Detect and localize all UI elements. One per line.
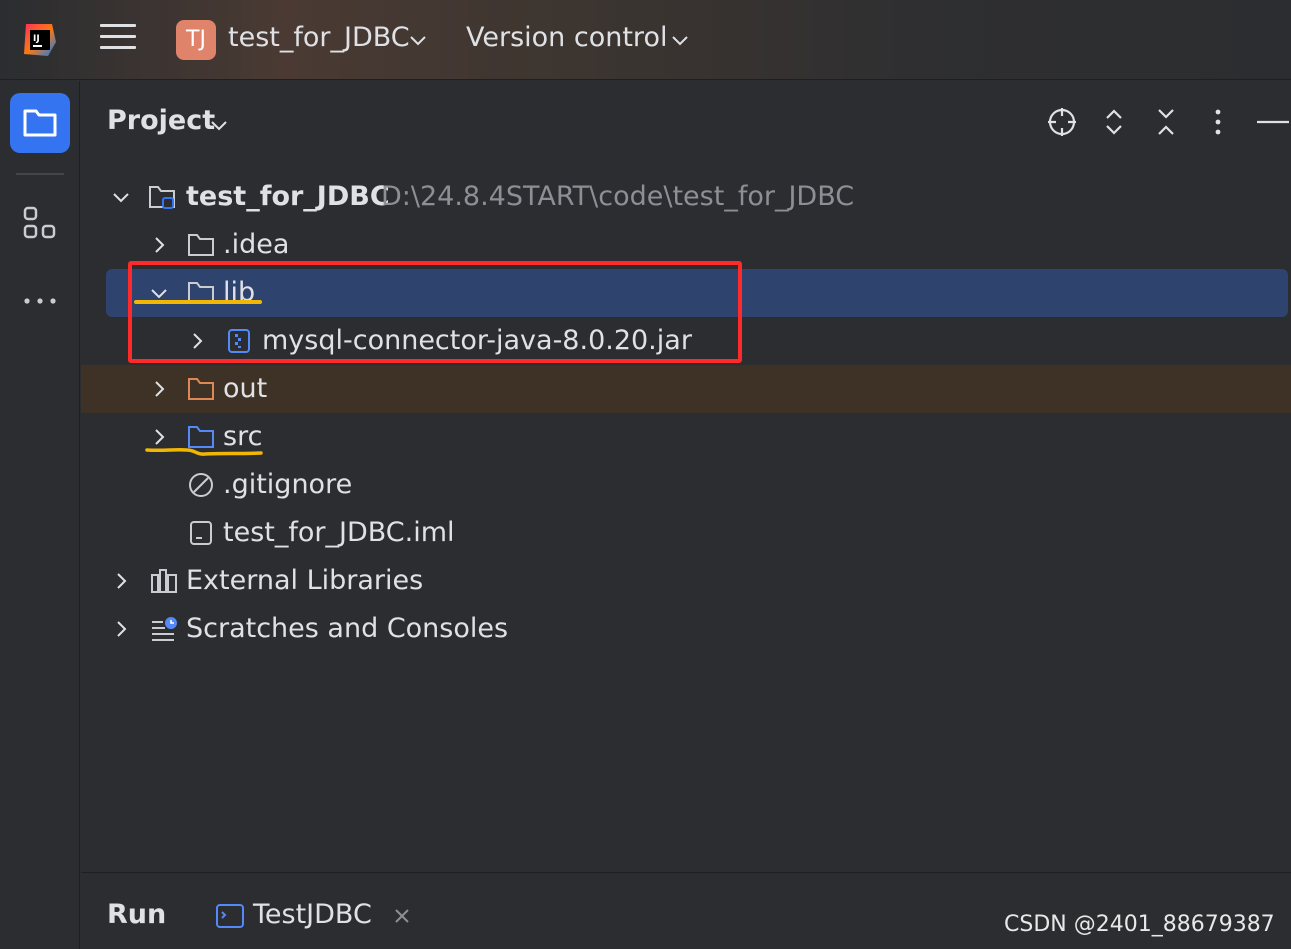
tree-item-label: .idea (223, 229, 290, 260)
structure-icon[interactable] (22, 205, 58, 241)
chevron-right-icon[interactable] (149, 235, 169, 255)
panel-title[interactable]: Project (107, 105, 215, 136)
project-name-dropdown[interactable]: test_for_JDBC (228, 22, 410, 53)
annotation-underline (145, 447, 263, 456)
module-folder-icon (149, 186, 175, 209)
chevron-right-icon[interactable] (149, 379, 169, 399)
chevron-down-icon[interactable] (111, 187, 131, 207)
chevron-right-icon[interactable] (149, 427, 169, 447)
more-icon[interactable] (22, 291, 58, 311)
tree-item-label: Scratches and Consoles (186, 613, 509, 644)
close-icon[interactable] (393, 907, 411, 925)
locate-icon[interactable] (1045, 105, 1079, 139)
watermark-text: CSDN @2401_88679387 (1004, 912, 1275, 937)
tree-row-scratches[interactable]: Scratches and Consoles (81, 605, 1291, 653)
tree-row-gitignore[interactable]: .gitignore (81, 461, 1291, 509)
version-control-dropdown[interactable]: Version control (466, 22, 667, 53)
tree-row-external-libraries[interactable]: External Libraries (81, 557, 1291, 605)
tree-item-label: test_for_JDBC.iml (223, 517, 455, 548)
tree-row-out[interactable]: out (81, 365, 1291, 413)
annotation-red-box (128, 261, 742, 363)
svg-text:IJ: IJ (33, 34, 40, 44)
hide-icon[interactable] (1253, 105, 1291, 139)
scratches-icon (152, 617, 177, 641)
project-panel: Project test_for_JDBC D:\24.8.4START\cod… (81, 81, 1291, 871)
chevron-down-icon[interactable] (209, 115, 229, 135)
console-icon (216, 904, 244, 928)
run-tab[interactable]: TestJDBC (253, 899, 372, 930)
project-badge[interactable]: TJ (176, 20, 216, 60)
root-project-name: test_for_JDBC (186, 181, 390, 212)
expand-all-icon[interactable] (1097, 105, 1131, 139)
chevron-right-icon[interactable] (111, 619, 131, 639)
ignore-file-icon (189, 473, 213, 497)
root-project-path: D:\24.8.4START\code\test_for_JDBC (381, 181, 855, 212)
options-icon[interactable] (1201, 105, 1235, 139)
chevron-down-icon[interactable] (408, 30, 428, 50)
intellij-logo-icon[interactable]: IJ (22, 22, 58, 58)
tool-window-stripe (0, 81, 80, 949)
title-bar: IJ TJ test_for_JDBC Version control (0, 0, 1291, 80)
tree-item-label: External Libraries (186, 565, 424, 596)
annotation-underline (134, 300, 262, 304)
collapse-all-icon[interactable] (1149, 105, 1183, 139)
module-file-icon (190, 521, 212, 545)
tree-item-label: .gitignore (223, 469, 353, 500)
bottom-tool-bar: Run TestJDBC (81, 872, 1291, 949)
excluded-folder-icon (188, 378, 214, 400)
tree-row-root[interactable]: test_for_JDBC D:\24.8.4START\code\test_f… (81, 173, 1291, 221)
project-tool-button[interactable] (10, 93, 70, 153)
folder-icon (23, 109, 57, 137)
tree-item-label: out (223, 373, 268, 404)
library-icon (151, 569, 177, 593)
main-menu-button[interactable] (100, 24, 136, 56)
tree-row-iml[interactable]: test_for_JDBC.iml (81, 509, 1291, 557)
folder-icon (188, 234, 214, 256)
stripe-divider (16, 173, 64, 175)
chevron-right-icon[interactable] (111, 571, 131, 591)
chevron-down-icon[interactable] (670, 30, 690, 50)
run-tool-title[interactable]: Run (107, 899, 166, 930)
